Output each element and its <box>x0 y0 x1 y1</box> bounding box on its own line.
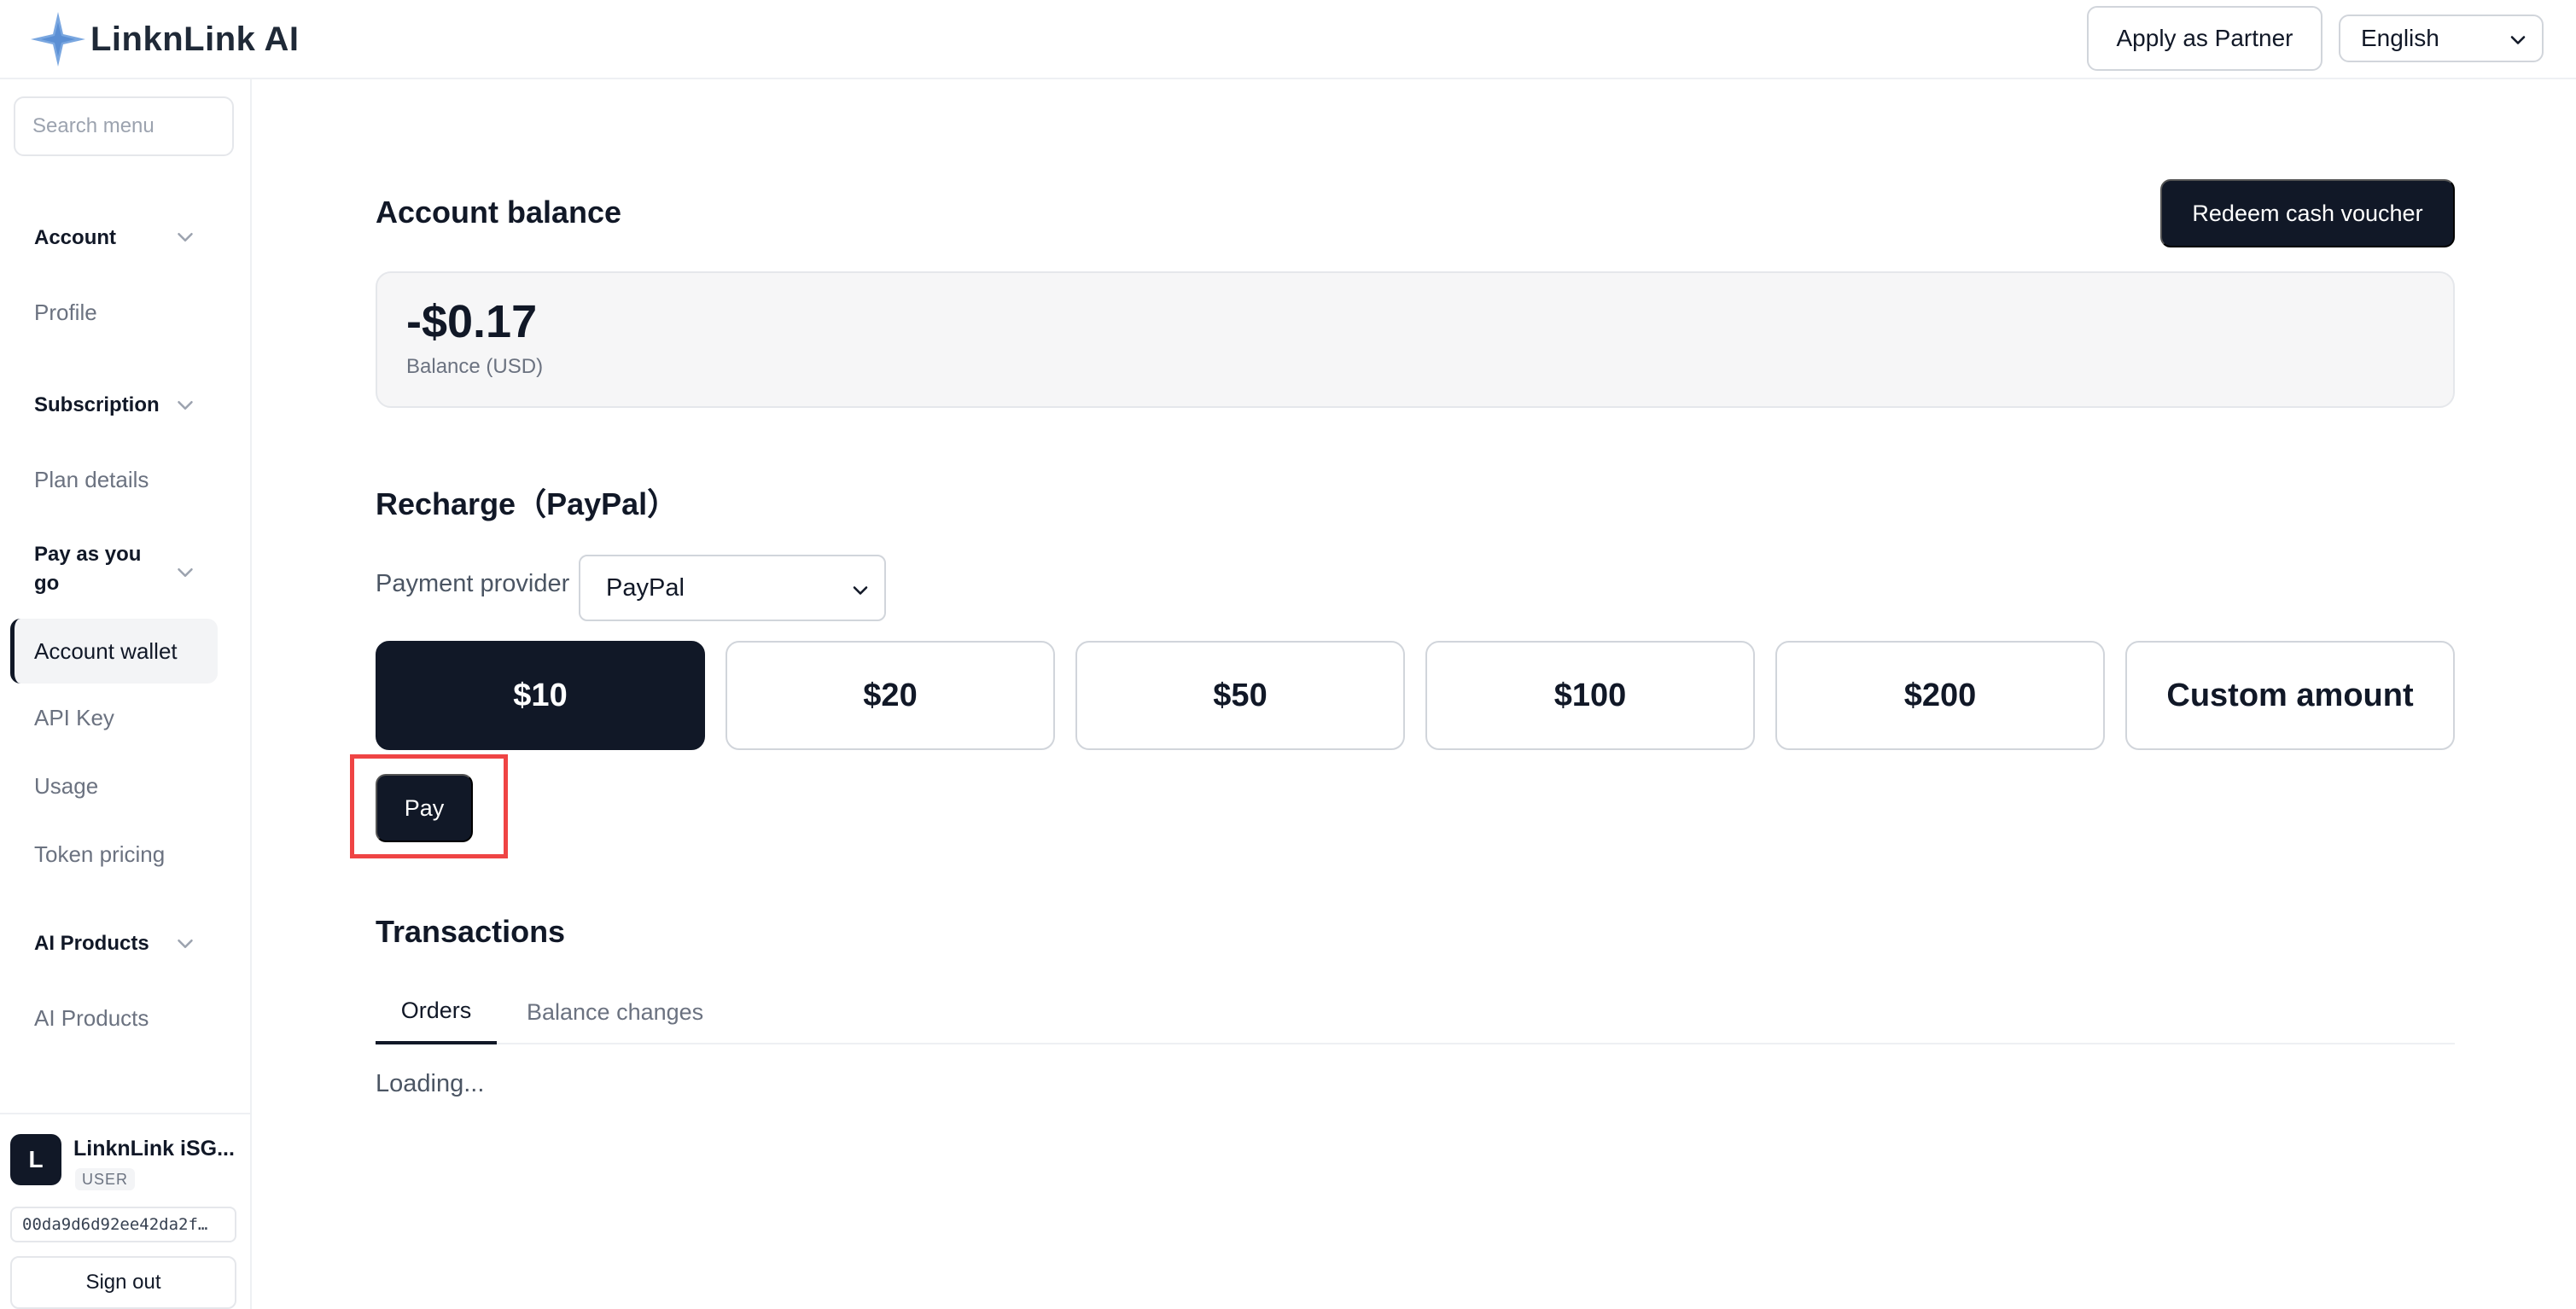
transactions-title: Transactions <box>376 914 566 949</box>
balance-label: Balance (USD) <box>406 355 544 378</box>
language-select[interactable]: English <box>2339 15 2544 62</box>
balance-value: -$0.17 <box>406 296 538 347</box>
language-value: English <box>2361 25 2439 51</box>
amount-option-200[interactable]: $200 <box>1775 641 2105 750</box>
chevron-down-icon[interactable] <box>172 224 198 250</box>
redeem-voucher-button[interactable]: Redeem cash voucher <box>2160 179 2455 247</box>
account-balance-title: Account balance <box>376 195 622 230</box>
sidebar-item-ai-products[interactable]: AI Products <box>34 1003 149 1033</box>
search-menu-input[interactable]: Search menu <box>14 96 234 156</box>
loading-text: Loading... <box>376 1070 485 1097</box>
chevron-down-icon[interactable] <box>172 560 198 585</box>
user-role-badge: USER <box>75 1168 136 1190</box>
sign-out-button[interactable]: Sign out <box>10 1256 236 1309</box>
payment-provider-value: PayPal <box>606 573 685 602</box>
sidebar-group-subscription[interactable]: Subscription <box>34 391 160 420</box>
user-name: LinknLink iSG... <box>73 1137 235 1161</box>
chevron-down-icon[interactable] <box>172 931 198 957</box>
sidebar-item-account-wallet[interactable]: Account wallet <box>10 619 218 684</box>
brand-name: LinknLink AI <box>90 20 300 58</box>
sidebar: Search menu Account Profile Subscription… <box>0 79 252 1309</box>
sparkle-logo-icon <box>31 12 85 67</box>
sidebar-group-ai-products[interactable]: AI Products <box>34 929 149 958</box>
brand-logo[interactable]: LinknLink AI <box>29 9 300 70</box>
apply-partner-button[interactable]: Apply as Partner <box>2087 6 2322 71</box>
sidebar-item-api-key[interactable]: API Key <box>34 702 114 733</box>
sidebar-item-usage[interactable]: Usage <box>34 771 98 801</box>
sidebar-item-token-pricing[interactable]: Token pricing <box>34 839 165 870</box>
payment-provider-label: Payment provider <box>376 570 570 597</box>
user-id-field[interactable]: 00da9d6d92ee42da2f… <box>10 1207 236 1242</box>
amount-option-50[interactable]: $50 <box>1075 641 1405 750</box>
tab-orders[interactable]: Orders <box>376 980 497 1044</box>
amount-option-100[interactable]: $100 <box>1425 641 1755 750</box>
chevron-down-icon <box>2510 36 2526 44</box>
avatar: L <box>10 1134 61 1185</box>
recharge-title: Recharge（PayPal） <box>376 486 679 521</box>
sidebar-group-account[interactable]: Account <box>34 224 116 253</box>
tab-balance-changes[interactable]: Balance changes <box>527 980 703 1044</box>
top-header: LinknLink AI Apply as Partner English <box>0 0 2576 79</box>
pay-button[interactable]: Pay <box>376 774 473 842</box>
sidebar-group-pay-as-you-go[interactable]: Pay as you go <box>34 540 162 598</box>
amount-option-20[interactable]: $20 <box>726 641 1055 750</box>
amount-option-custom[interactable]: Custom amount <box>2125 641 2455 750</box>
chevron-down-icon[interactable] <box>172 393 198 418</box>
chevron-down-icon <box>853 586 868 595</box>
sidebar-item-plan-details[interactable]: Plan details <box>34 464 149 495</box>
sidebar-item-profile[interactable]: Profile <box>34 297 97 328</box>
payment-provider-select[interactable]: PayPal <box>579 555 886 621</box>
balance-card: -$0.17 Balance (USD) <box>376 271 2455 408</box>
amount-option-10[interactable]: $10 <box>376 641 705 750</box>
user-panel: L LinknLink iSG... USER 00da9d6d92ee42da… <box>0 1113 250 1309</box>
transactions-tabs: Orders Balance changes <box>376 980 2455 1044</box>
